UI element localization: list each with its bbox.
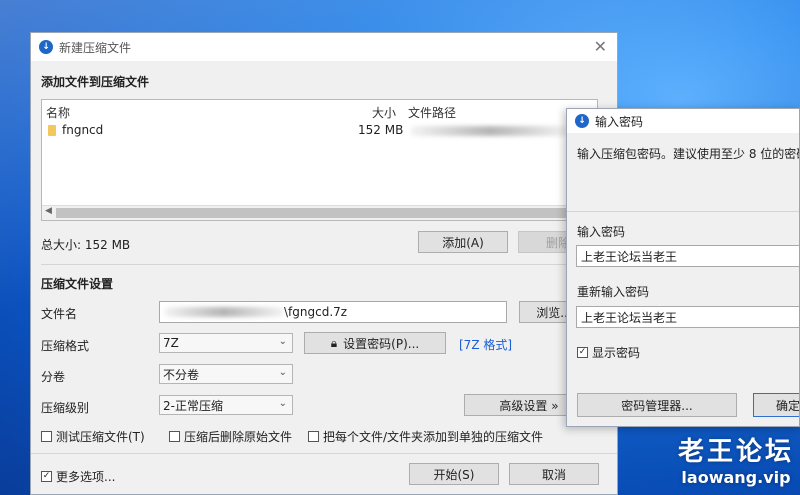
scroll-left-icon[interactable]: ◀: [45, 206, 52, 216]
password-label: 输入密码: [577, 225, 626, 239]
file-name: fngncd: [62, 123, 104, 137]
confirm-password-label: 重新输入密码: [577, 285, 650, 299]
start-button[interactable]: 开始(S): [409, 463, 499, 485]
column-size-header[interactable]: 大小: [372, 104, 396, 121]
window-title: 新建压缩文件: [59, 40, 132, 55]
file-size: 152 MB: [358, 123, 404, 137]
set-password-button[interactable]: 🔒︎ 设置密码(P)...: [304, 332, 446, 354]
checkbox-label: 把每个文件/文件夹添加到单独的压缩文件: [323, 430, 544, 444]
footer-divider: [31, 453, 617, 454]
redacted-directory: [164, 307, 284, 317]
password-dialog-title: 输入密码: [595, 114, 644, 129]
redacted-path: [410, 126, 570, 136]
site-watermark: 老王论坛 laowang.vip: [678, 431, 794, 487]
level-value: 2-正常压缩: [163, 398, 223, 413]
close-icon[interactable]: ✕: [594, 37, 607, 56]
format-info-link[interactable]: [7Z 格式]: [459, 336, 512, 353]
checkbox-box[interactable]: ✓: [577, 347, 588, 358]
format-value: 7Z: [163, 336, 179, 350]
horizontal-scrollbar[interactable]: ◀ ▶: [42, 205, 597, 220]
password-dialog: ↓ 输入密码 输入压缩包密码。建议使用至少 8 位的密码来 输入密码 上老王论坛…: [566, 108, 800, 427]
password-titlebar: ↓ 输入密码: [567, 109, 799, 133]
watermark-url: laowang.vip: [681, 468, 791, 487]
watermark-title: 老王论坛: [677, 437, 794, 467]
new-archive-window: ↓ 新建压缩文件 ✕ 添加文件到压缩文件 名称 大小 文件路径 fngncd 1…: [30, 32, 618, 495]
filename-value: \fgngcd.7z: [284, 305, 348, 319]
test-archive-checkbox[interactable]: 测试压缩文件(T): [41, 428, 145, 445]
chevron-down-icon: ⌄: [278, 367, 287, 378]
filename-label: 文件名: [41, 307, 78, 321]
format-select[interactable]: 7Z ⌄: [159, 333, 293, 353]
split-value: 不分卷: [163, 367, 200, 382]
password-hint: 输入压缩包密码。建议使用至少 8 位的密码来: [577, 147, 800, 161]
checkbox-label: 更多选项...: [56, 470, 116, 484]
checkbox-box[interactable]: [308, 431, 319, 442]
chevron-down-icon: ⌄: [278, 398, 287, 409]
filename-input[interactable]: \fgngcd.7z: [159, 301, 507, 323]
main-titlebar: ↓ 新建压缩文件 ✕: [31, 33, 617, 61]
set-password-label: 设置密码(P)...: [343, 336, 420, 351]
checkbox-box[interactable]: ✓: [41, 471, 52, 482]
section-divider: [41, 264, 607, 265]
split-select[interactable]: 不分卷 ⌄: [159, 364, 293, 384]
split-label: 分卷: [41, 370, 66, 384]
level-select[interactable]: 2-正常压缩 ⌄: [159, 395, 293, 415]
checkbox-box[interactable]: [41, 431, 52, 442]
list-item[interactable]: fngncd 152 MB: [46, 122, 597, 140]
checkbox-label: 显示密码: [592, 346, 641, 360]
folder-icon: [48, 125, 56, 136]
column-name-header[interactable]: 名称: [46, 104, 70, 121]
app-logo-icon: ↓: [39, 40, 53, 54]
separate-archives-checkbox[interactable]: 把每个文件/文件夹添加到单独的压缩文件: [308, 428, 543, 445]
scrollbar-thumb[interactable]: [56, 208, 575, 218]
checkbox-label: 测试压缩文件(T): [56, 430, 145, 444]
cancel-button[interactable]: 取消: [509, 463, 599, 485]
file-list[interactable]: 名称 大小 文件路径 fngncd 152 MB ◀ ▶: [41, 99, 598, 221]
more-options-checkbox[interactable]: ✓ 更多选项...: [41, 468, 115, 485]
dialog-divider: [567, 211, 799, 212]
delete-after-checkbox[interactable]: 压缩后删除原始文件: [169, 428, 292, 445]
column-path-header[interactable]: 文件路径: [408, 104, 456, 121]
show-password-checkbox[interactable]: ✓ 显示密码: [577, 344, 640, 361]
confirm-password-input[interactable]: 上老王论坛当老王: [576, 306, 799, 328]
level-label: 压缩级别: [41, 401, 90, 415]
password-manager-button[interactable]: 密码管理器...: [577, 393, 737, 417]
checkbox-label: 压缩后删除原始文件: [184, 430, 293, 444]
chevron-down-icon: ⌄: [278, 336, 287, 347]
app-logo-icon: ↓: [575, 114, 589, 128]
lock-icon: 🔒︎: [330, 335, 338, 350]
add-section-title: 添加文件到压缩文件: [41, 75, 150, 89]
settings-section-title: 压缩文件设置: [41, 277, 114, 291]
format-label: 压缩格式: [41, 339, 90, 353]
checkbox-box[interactable]: [169, 431, 180, 442]
ok-button[interactable]: 确定: [753, 393, 799, 417]
total-size-label: 总大小: 152 MB: [41, 238, 131, 252]
add-button[interactable]: 添加(A): [418, 231, 508, 253]
password-input[interactable]: 上老王论坛当老王: [576, 245, 799, 267]
